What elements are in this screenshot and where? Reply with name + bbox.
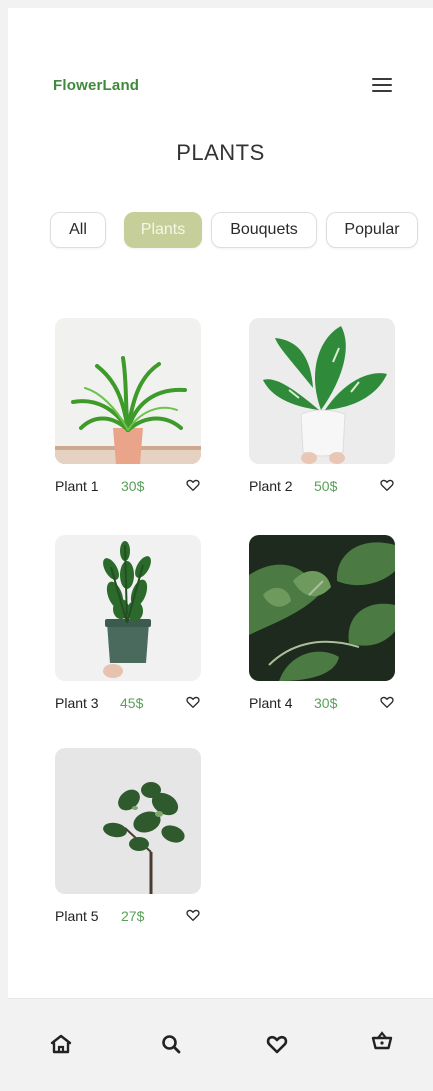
product-card[interactable]: Plant 5 27$ (55, 748, 201, 924)
product-name: Plant 4 (249, 695, 293, 711)
favorite-heart-icon[interactable] (185, 694, 201, 710)
bottom-nav (8, 998, 433, 1091)
product-image[interactable] (55, 535, 201, 681)
product-meta: Plant 1 30$ (55, 478, 201, 496)
filter-chip-bouquets[interactable]: Bouquets (211, 212, 317, 248)
brand-logo[interactable]: FlowerLand (53, 77, 139, 94)
product-image[interactable] (55, 748, 201, 894)
product-price: 45$ (120, 695, 144, 711)
product-meta: Plant 2 50$ (249, 478, 395, 496)
favorite-heart-icon[interactable] (185, 907, 201, 923)
app-screen: FlowerLand PLANTS All Plants Bouquets Po… (8, 8, 433, 1091)
product-name: Plant 2 (249, 478, 293, 494)
home-icon[interactable] (49, 1032, 73, 1056)
product-image[interactable] (249, 535, 395, 681)
product-meta: Plant 4 30$ (249, 695, 395, 713)
favorite-heart-icon[interactable] (379, 477, 395, 493)
favorite-heart-icon[interactable] (185, 477, 201, 493)
search-icon[interactable] (159, 1032, 183, 1056)
page-title: PLANTS (176, 140, 265, 165)
product-meta: Plant 3 45$ (55, 695, 201, 713)
product-card[interactable]: Plant 4 30$ (249, 535, 395, 711)
product-name: Plant 3 (55, 695, 99, 711)
product-price: 27$ (121, 908, 145, 924)
menu-icon[interactable] (372, 76, 392, 94)
product-price: 30$ (314, 695, 338, 711)
filter-chip-plants[interactable]: Plants (124, 212, 202, 248)
heart-icon[interactable] (265, 1032, 289, 1056)
product-price: 50$ (314, 478, 338, 494)
product-meta: Plant 5 27$ (55, 908, 201, 926)
product-name: Plant 1 (55, 478, 99, 494)
product-card[interactable]: Plant 3 45$ (55, 535, 201, 711)
basket-icon[interactable] (370, 1029, 394, 1053)
product-image[interactable] (249, 318, 395, 464)
product-card[interactable]: Plant 1 30$ (55, 318, 201, 494)
favorite-heart-icon[interactable] (379, 694, 395, 710)
product-image[interactable] (55, 318, 201, 464)
product-price: 30$ (121, 478, 145, 494)
filter-chip-popular[interactable]: Popular (326, 212, 418, 248)
filter-chip-all[interactable]: All (50, 212, 106, 248)
product-name: Plant 5 (55, 908, 99, 924)
product-card[interactable]: Plant 2 50$ (249, 318, 395, 494)
